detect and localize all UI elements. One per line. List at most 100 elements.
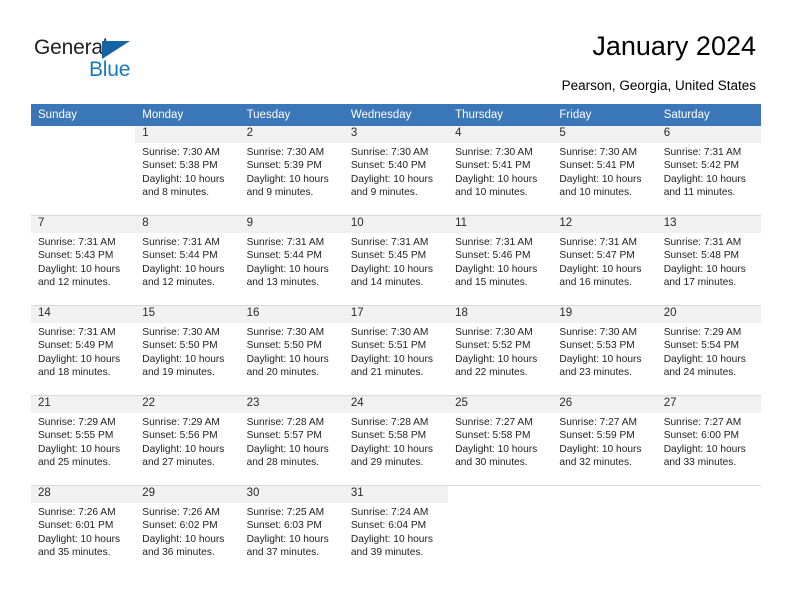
calendar-day-cell: 4 Sunrise: 7:30 AM Sunset: 5:41 PM Daylight… xyxy=(448,126,553,216)
day-detail-sunrise: Sunrise: 7:27 AM xyxy=(663,417,742,428)
day-detail-sunset: Sunset: 5:57 PM xyxy=(246,430,322,442)
day-detail-sunrise: Sunrise: 7:31 AM xyxy=(142,237,220,248)
day-cell[interactable]: 25 Sunrise: 7:27 AM Sunset: 5:58 PM Dayligh… xyxy=(448,396,553,485)
day-number: 31 xyxy=(343,486,449,503)
general-blue-logo[interactable]: General Blue xyxy=(34,36,164,82)
day-cell[interactable]: 26 Sunrise: 7:27 AM Sunset: 5:59 PM Dayligh… xyxy=(552,396,657,485)
page-header: General Blue January 2024 Pearson, Georg… xyxy=(0,0,792,100)
day-number: 16 xyxy=(239,306,344,323)
day-cell-empty xyxy=(31,126,135,215)
day-detail-daylight-line1: Daylight: 10 hours xyxy=(559,173,642,185)
calendar-day-cell: 18 Sunrise: 7:30 AM Sunset: 5:52 PM Dayligh… xyxy=(448,305,553,396)
day-detail-daylight-line1: Daylight: 10 hours xyxy=(350,353,433,365)
day-detail-sunrise: Sunrise: 7:29 AM xyxy=(38,417,116,428)
day-cell[interactable]: 1 Sunrise: 7:30 AM Sunset: 5:38 PM Daylight… xyxy=(135,126,240,215)
day-cell[interactable]: 23 Sunrise: 7:28 AM Sunset: 5:57 PM Dayligh… xyxy=(239,396,344,485)
day-number: 10 xyxy=(343,216,449,233)
day-detail-sunrise: Sunrise: 7:31 AM xyxy=(350,237,429,248)
day-detail-sunset: Sunset: 5:54 PM xyxy=(663,340,740,352)
day-detail-daylight-line1: Daylight: 10 hours xyxy=(455,443,538,455)
day-detail-daylight-line1: Daylight: 10 hours xyxy=(246,173,329,185)
day-detail-daylight-line2: and 25 minutes. xyxy=(38,457,111,469)
calendar-day-cell: 25 Sunrise: 7:27 AM Sunset: 5:58 PM Dayligh… xyxy=(448,395,553,486)
day-number: 24 xyxy=(343,396,449,413)
day-detail-daylight-line2: and 23 minutes. xyxy=(559,367,632,379)
day-detail-daylight-line2: and 18 minutes. xyxy=(38,367,111,379)
day-cell[interactable]: 14 Sunrise: 7:31 AM Sunset: 5:49 PM Dayligh… xyxy=(31,306,136,395)
day-cell[interactable]: 29 Sunrise: 7:26 AM Sunset: 6:02 PM Dayligh… xyxy=(135,486,240,575)
day-detail-sunrise: Sunrise: 7:30 AM xyxy=(455,147,533,158)
day-details: Sunrise: 7:31 AM Sunset: 5:44 PM Daylight:… xyxy=(240,233,344,290)
day-detail-sunset: Sunset: 5:41 PM xyxy=(559,160,635,172)
day-detail-sunset: Sunset: 5:52 PM xyxy=(455,340,531,352)
day-detail-daylight-line1: Daylight: 10 hours xyxy=(142,533,225,545)
day-cell[interactable]: 21 Sunrise: 7:29 AM Sunset: 5:55 PM Dayligh… xyxy=(31,396,136,485)
day-details: Sunrise: 7:27 AM Sunset: 6:00 PM Daylight:… xyxy=(657,413,761,470)
day-detail-daylight-line1: Daylight: 10 hours xyxy=(38,353,121,365)
day-detail-daylight-line2: and 29 minutes. xyxy=(350,457,424,469)
day-cell[interactable]: 7 Sunrise: 7:31 AM Sunset: 5:43 PM Daylight… xyxy=(31,216,136,305)
day-detail-sunrise: Sunrise: 7:30 AM xyxy=(455,327,533,338)
day-cell[interactable]: 9 Sunrise: 7:31 AM Sunset: 5:44 PM Daylight… xyxy=(239,216,344,305)
day-details: Sunrise: 7:29 AM Sunset: 5:55 PM Daylight:… xyxy=(31,413,135,470)
weekday-header-thursday: Thursday xyxy=(448,104,553,126)
day-cell[interactable]: 3 Sunrise: 7:30 AM Sunset: 5:40 PM Daylight… xyxy=(343,126,449,215)
day-cell[interactable]: 17 Sunrise: 7:30 AM Sunset: 5:51 PM Dayligh… xyxy=(343,306,449,395)
day-detail-sunset: Sunset: 5:53 PM xyxy=(559,340,635,352)
day-cell[interactable]: 4 Sunrise: 7:30 AM Sunset: 5:41 PM Daylight… xyxy=(448,126,553,215)
day-detail-daylight-line2: and 9 minutes. xyxy=(246,187,314,199)
day-detail-sunset: Sunset: 6:04 PM xyxy=(350,520,427,532)
day-cell[interactable]: 8 Sunrise: 7:31 AM Sunset: 5:44 PM Daylight… xyxy=(135,216,240,305)
day-cell[interactable]: 11 Sunrise: 7:31 AM Sunset: 5:46 PM Dayligh… xyxy=(448,216,553,305)
day-cell[interactable]: 20 Sunrise: 7:29 AM Sunset: 5:54 PM Dayligh… xyxy=(656,306,761,395)
day-cell[interactable]: 27 Sunrise: 7:27 AM Sunset: 6:00 PM Dayligh… xyxy=(656,396,761,485)
day-cell[interactable]: 15 Sunrise: 7:30 AM Sunset: 5:50 PM Dayligh… xyxy=(135,306,240,395)
day-detail-daylight-line2: and 13 minutes. xyxy=(246,277,320,289)
day-detail-sunrise: Sunrise: 7:31 AM xyxy=(455,237,533,248)
calendar-day-cell: 10 Sunrise: 7:31 AM Sunset: 5:45 PM Dayligh… xyxy=(343,215,449,306)
day-cell[interactable]: 2 Sunrise: 7:30 AM Sunset: 5:39 PM Daylight… xyxy=(239,126,344,215)
day-cell[interactable]: 12 Sunrise: 7:31 AM Sunset: 5:47 PM Dayligh… xyxy=(552,216,657,305)
day-detail-sunset: Sunset: 5:58 PM xyxy=(350,430,427,442)
day-cell[interactable]: 18 Sunrise: 7:30 AM Sunset: 5:52 PM Dayligh… xyxy=(448,306,553,395)
day-cell[interactable]: 22 Sunrise: 7:29 AM Sunset: 5:56 PM Dayligh… xyxy=(135,396,240,485)
day-cell[interactable]: 24 Sunrise: 7:28 AM Sunset: 5:58 PM Dayligh… xyxy=(343,396,449,485)
calendar-day-cell xyxy=(552,485,657,575)
day-detail-sunrise: Sunrise: 7:26 AM xyxy=(38,507,116,518)
day-cell[interactable]: 10 Sunrise: 7:31 AM Sunset: 5:45 PM Dayligh… xyxy=(343,216,449,305)
weekday-header-tuesday: Tuesday xyxy=(239,104,344,126)
day-cell[interactable]: 5 Sunrise: 7:30 AM Sunset: 5:41 PM Daylight… xyxy=(552,126,657,215)
day-number: 2 xyxy=(239,126,344,143)
day-detail-sunrise: Sunrise: 7:31 AM xyxy=(38,237,116,248)
day-cell[interactable]: 31 Sunrise: 7:24 AM Sunset: 6:04 PM Dayligh… xyxy=(343,486,449,575)
day-detail-sunrise: Sunrise: 7:30 AM xyxy=(559,147,637,158)
day-cell[interactable]: 28 Sunrise: 7:26 AM Sunset: 6:01 PM Dayligh… xyxy=(31,486,136,575)
calendar-day-cell: 12 Sunrise: 7:31 AM Sunset: 5:47 PM Dayligh… xyxy=(552,215,657,306)
day-number: 5 xyxy=(552,126,657,143)
calendar-week-row: 7 Sunrise: 7:31 AM Sunset: 5:43 PM Daylight… xyxy=(31,215,761,306)
day-detail-daylight-line2: and 36 minutes. xyxy=(142,547,215,559)
day-detail-sunset: Sunset: 5:56 PM xyxy=(142,430,218,442)
day-detail-daylight-line1: Daylight: 10 hours xyxy=(246,353,329,365)
page-title: January 2024 xyxy=(592,31,756,61)
day-detail-daylight-line1: Daylight: 10 hours xyxy=(350,173,433,185)
calendar-week-row: 14 Sunrise: 7:31 AM Sunset: 5:49 PM Dayligh… xyxy=(31,305,761,396)
day-detail-sunset: Sunset: 5:40 PM xyxy=(350,160,427,172)
day-number: 17 xyxy=(343,306,449,323)
day-detail-sunset: Sunset: 6:03 PM xyxy=(246,520,322,532)
day-cell[interactable]: 16 Sunrise: 7:30 AM Sunset: 5:50 PM Dayligh… xyxy=(239,306,344,395)
calendar-day-cell: 16 Sunrise: 7:30 AM Sunset: 5:50 PM Dayligh… xyxy=(239,305,344,396)
day-cell[interactable]: 19 Sunrise: 7:30 AM Sunset: 5:53 PM Dayligh… xyxy=(552,306,657,395)
calendar-week-row: 1 Sunrise: 7:30 AM Sunset: 5:38 PM Daylight… xyxy=(31,126,761,216)
calendar-day-cell: 19 Sunrise: 7:30 AM Sunset: 5:53 PM Dayligh… xyxy=(552,305,657,396)
day-detail-sunrise: Sunrise: 7:30 AM xyxy=(142,327,220,338)
calendar-day-cell: 20 Sunrise: 7:29 AM Sunset: 5:54 PM Dayligh… xyxy=(656,305,761,396)
day-cell[interactable]: 6 Sunrise: 7:31 AM Sunset: 5:42 PM Daylight… xyxy=(656,126,761,215)
day-cell[interactable]: 13 Sunrise: 7:31 AM Sunset: 5:48 PM Dayligh… xyxy=(656,216,761,305)
day-details: Sunrise: 7:26 AM Sunset: 6:01 PM Daylight:… xyxy=(31,503,135,560)
day-detail-daylight-line1: Daylight: 10 hours xyxy=(559,263,642,275)
day-detail-sunrise: Sunrise: 7:29 AM xyxy=(663,327,742,338)
day-detail-daylight-line2: and 24 minutes. xyxy=(663,367,737,379)
day-detail-sunset: Sunset: 5:39 PM xyxy=(246,160,322,172)
day-cell[interactable]: 30 Sunrise: 7:25 AM Sunset: 6:03 PM Dayligh… xyxy=(239,486,344,575)
